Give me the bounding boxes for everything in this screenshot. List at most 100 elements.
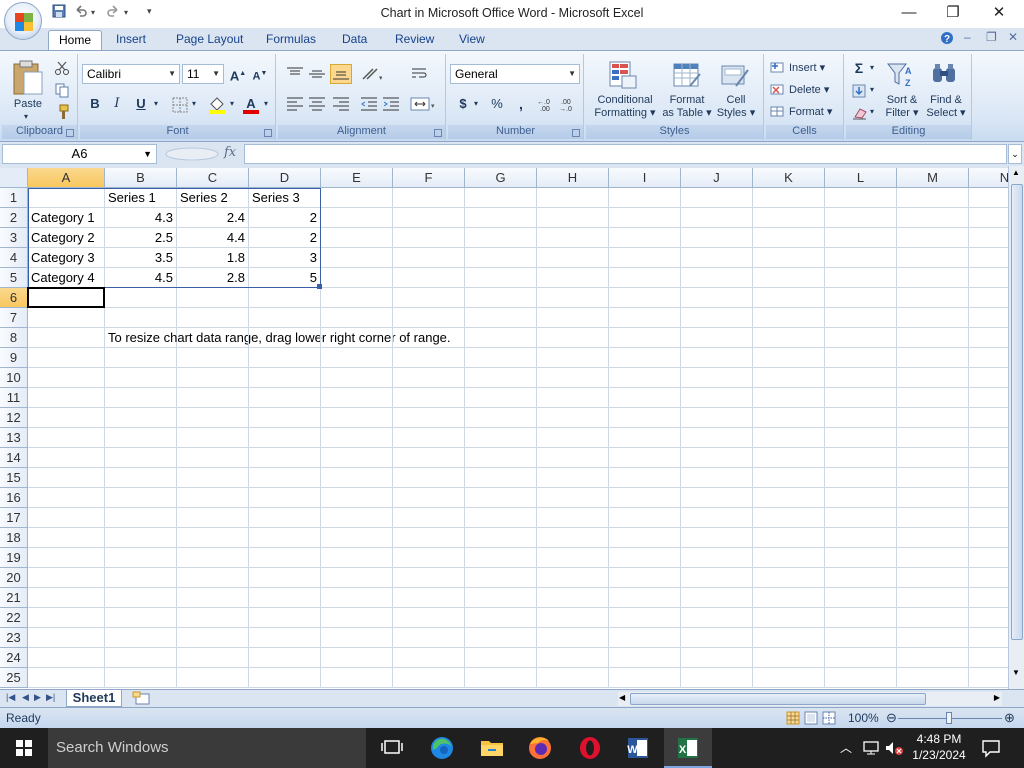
cell-b7[interactable] bbox=[105, 308, 177, 328]
cell-j6[interactable] bbox=[681, 288, 753, 308]
cell-j1[interactable] bbox=[681, 188, 753, 208]
taskbar-word-button[interactable]: W bbox=[614, 728, 662, 768]
cell-i16[interactable] bbox=[609, 488, 681, 508]
cell-c19[interactable] bbox=[177, 548, 249, 568]
clipboard-launcher-icon[interactable] bbox=[66, 129, 74, 137]
cell-l5[interactable] bbox=[825, 268, 897, 288]
cell-c20[interactable] bbox=[177, 568, 249, 588]
cell-k4[interactable] bbox=[753, 248, 825, 268]
row-header-13[interactable]: 13 bbox=[0, 428, 28, 448]
fill-color-dropdown-icon[interactable]: ▾ bbox=[228, 94, 236, 114]
cell-e4[interactable] bbox=[321, 248, 393, 268]
cell-h1[interactable] bbox=[537, 188, 609, 208]
cell-g20[interactable] bbox=[465, 568, 537, 588]
cell-styles-icon[interactable] bbox=[720, 60, 750, 90]
tab-view[interactable]: View bbox=[449, 30, 495, 50]
cell-c11[interactable] bbox=[177, 388, 249, 408]
cell-f1[interactable] bbox=[393, 188, 465, 208]
cell-e10[interactable] bbox=[321, 368, 393, 388]
horizontal-scroll-thumb[interactable] bbox=[630, 693, 926, 705]
cell-i8[interactable] bbox=[609, 328, 681, 348]
cell-f25[interactable] bbox=[393, 668, 465, 688]
close-button[interactable]: ✕ bbox=[976, 2, 1022, 24]
cell-h4[interactable] bbox=[537, 248, 609, 268]
cell-g17[interactable] bbox=[465, 508, 537, 528]
cell-k23[interactable] bbox=[753, 628, 825, 648]
cell-j14[interactable] bbox=[681, 448, 753, 468]
cell-b3[interactable]: 2.5 bbox=[105, 228, 177, 248]
delete-cells-button[interactable]: Delete ▾ bbox=[788, 80, 836, 100]
cell-l2[interactable] bbox=[825, 208, 897, 228]
cell-h10[interactable] bbox=[537, 368, 609, 388]
cell-i24[interactable] bbox=[609, 648, 681, 668]
cell-g1[interactable] bbox=[465, 188, 537, 208]
cell-b6[interactable] bbox=[105, 288, 177, 308]
format-painter-icon[interactable] bbox=[54, 104, 70, 120]
cell-j23[interactable] bbox=[681, 628, 753, 648]
row-header-1[interactable]: 1 bbox=[0, 188, 28, 208]
cell-i13[interactable] bbox=[609, 428, 681, 448]
cell-k20[interactable] bbox=[753, 568, 825, 588]
cell-i15[interactable] bbox=[609, 468, 681, 488]
cell-e8[interactable] bbox=[321, 328, 393, 348]
cell-c15[interactable] bbox=[177, 468, 249, 488]
cell-k2[interactable] bbox=[753, 208, 825, 228]
cell-d2[interactable]: 2 bbox=[249, 208, 321, 228]
cell-a18[interactable] bbox=[28, 528, 105, 548]
cell-f5[interactable] bbox=[393, 268, 465, 288]
cell-e21[interactable] bbox=[321, 588, 393, 608]
cell-l10[interactable] bbox=[825, 368, 897, 388]
cell-k22[interactable] bbox=[753, 608, 825, 628]
cell-e23[interactable] bbox=[321, 628, 393, 648]
row-header-19[interactable]: 19 bbox=[0, 548, 28, 568]
cell-h6[interactable] bbox=[537, 288, 609, 308]
cell-m11[interactable] bbox=[897, 388, 969, 408]
cell-m9[interactable] bbox=[897, 348, 969, 368]
cell-h19[interactable] bbox=[537, 548, 609, 568]
cell-g5[interactable] bbox=[465, 268, 537, 288]
cell-m6[interactable] bbox=[897, 288, 969, 308]
cell-c7[interactable] bbox=[177, 308, 249, 328]
cell-l19[interactable] bbox=[825, 548, 897, 568]
cell-m5[interactable] bbox=[897, 268, 969, 288]
cell-a23[interactable] bbox=[28, 628, 105, 648]
cell-m12[interactable] bbox=[897, 408, 969, 428]
insert-worksheet-icon[interactable] bbox=[130, 691, 156, 706]
cell-n13[interactable] bbox=[969, 428, 1008, 448]
cell-m22[interactable] bbox=[897, 608, 969, 628]
cell-k18[interactable] bbox=[753, 528, 825, 548]
cell-l4[interactable] bbox=[825, 248, 897, 268]
cell-l12[interactable] bbox=[825, 408, 897, 428]
cell-i5[interactable] bbox=[609, 268, 681, 288]
paste-dropdown-icon[interactable]: ▾ bbox=[24, 110, 28, 123]
align-center-icon[interactable] bbox=[308, 96, 326, 112]
cell-f15[interactable] bbox=[393, 468, 465, 488]
cell-c18[interactable] bbox=[177, 528, 249, 548]
cell-h3[interactable] bbox=[537, 228, 609, 248]
cell-b20[interactable] bbox=[105, 568, 177, 588]
cell-l7[interactable] bbox=[825, 308, 897, 328]
cell-a14[interactable] bbox=[28, 448, 105, 468]
taskbar-excel-button[interactable]: X bbox=[664, 728, 712, 768]
cell-i17[interactable] bbox=[609, 508, 681, 528]
cell-a13[interactable] bbox=[28, 428, 105, 448]
cell-b8[interactable]: To resize chart data range, drag lower r… bbox=[105, 328, 451, 348]
cell-i20[interactable] bbox=[609, 568, 681, 588]
row-header-12[interactable]: 12 bbox=[0, 408, 28, 428]
cell-c9[interactable] bbox=[177, 348, 249, 368]
range-resize-handle[interactable] bbox=[317, 284, 322, 289]
cell-a8[interactable] bbox=[28, 328, 105, 348]
cell-styles-button[interactable]: Cell Styles ▾ bbox=[714, 94, 758, 120]
tab-home[interactable]: Home bbox=[48, 30, 103, 50]
cell-h18[interactable] bbox=[537, 528, 609, 548]
cell-m16[interactable] bbox=[897, 488, 969, 508]
cell-a20[interactable] bbox=[28, 568, 105, 588]
cell-a17[interactable] bbox=[28, 508, 105, 528]
cell-l9[interactable] bbox=[825, 348, 897, 368]
cell-i18[interactable] bbox=[609, 528, 681, 548]
find-select-icon[interactable] bbox=[930, 60, 960, 90]
sort-filter-icon[interactable]: AZ bbox=[886, 60, 916, 90]
cell-m19[interactable] bbox=[897, 548, 969, 568]
cell-l22[interactable] bbox=[825, 608, 897, 628]
cell-j11[interactable] bbox=[681, 388, 753, 408]
